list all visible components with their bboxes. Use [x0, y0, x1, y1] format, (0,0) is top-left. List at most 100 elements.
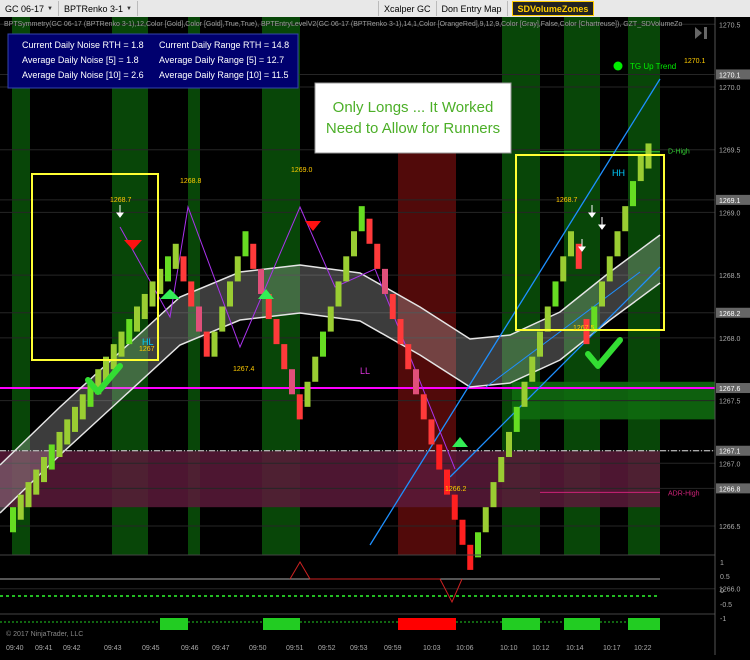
chart-label: 1267 — [139, 346, 155, 353]
xcalper-button[interactable]: Xcalper GC — [379, 1, 437, 16]
renko-brick — [134, 306, 140, 332]
chart-toolbar: GC 06-17 ▼ BPTRenko 3-1 ▼ Xcalper GC Don E… — [0, 0, 750, 18]
session-strip — [628, 618, 660, 630]
x-tick-label: 09:40 — [6, 645, 24, 652]
renko-brick — [335, 281, 342, 307]
renko-brick — [529, 356, 536, 382]
y-tick-label: 1270.1 — [719, 72, 741, 79]
x-tick-label: 10:03 — [423, 645, 441, 652]
renko-brick — [110, 344, 117, 370]
y-tick-label: 1269.0 — [719, 210, 741, 217]
renko-brick — [211, 331, 218, 357]
renko-brick — [513, 406, 520, 432]
adr-zone — [0, 450, 660, 508]
renko-brick — [48, 444, 55, 470]
osc-tick-label: 0.5 — [720, 574, 730, 581]
renko-brick — [64, 419, 71, 445]
renko-brick — [552, 281, 559, 307]
y-tick-label: 1268.0 — [719, 336, 741, 343]
annotation-line-2: Need to Allow for Runners — [326, 120, 500, 137]
renko-brick — [637, 155, 644, 182]
stat-range-5: Average Daily Range [5] = 12.7 — [159, 55, 284, 65]
renko-brick — [126, 319, 133, 345]
renko-brick — [382, 268, 388, 294]
renko-brick — [17, 494, 24, 520]
y-tick-label: 1267.5 — [719, 399, 741, 406]
renko-brick — [203, 331, 210, 357]
don-entry-label: Don Entry Map — [441, 3, 502, 14]
osc-tick-label: -1 — [720, 616, 726, 623]
stat-noise-10: Average Daily Noise [10] = 2.6 — [22, 70, 144, 80]
renko-brick — [188, 281, 195, 307]
chart-label: LL — [360, 366, 370, 376]
renko-brick — [312, 356, 319, 382]
y-tick-label: 1266.5 — [719, 524, 741, 531]
don-entry-button[interactable]: Don Entry Map — [437, 1, 508, 16]
renko-brick — [366, 218, 373, 244]
y-tick-label: 1269.5 — [719, 148, 741, 155]
instrument-label: GC 06-17 — [5, 3, 45, 14]
renko-brick — [482, 507, 489, 533]
adr-high-label: ADR-High — [668, 490, 700, 497]
renko-brick — [149, 281, 156, 307]
renko-brick — [165, 256, 171, 282]
renko-brick — [428, 419, 435, 445]
session-strip — [263, 618, 300, 630]
xcalper-label: Xcalper GC — [383, 3, 431, 14]
y-tick-label: 1270.0 — [719, 85, 741, 92]
sd-volume-button[interactable]: SDVolumeZones — [511, 1, 595, 16]
chart-label: 1267.4 — [233, 366, 255, 373]
renko-brick — [25, 482, 32, 508]
chart-panel[interactable]: D-High ADR-High 1268.7 1268.8 1269.0 1267.4 1… — [0, 17, 750, 655]
renko-brick — [258, 268, 264, 294]
renko-brick — [79, 394, 86, 420]
renko-brick — [405, 344, 412, 370]
renko-brick — [490, 482, 497, 508]
chart-label: 1269.0 — [291, 167, 313, 174]
chart-type-selector[interactable]: BPTRenko 3-1 ▼ — [59, 1, 138, 16]
renko-brick — [227, 281, 233, 307]
renko-brick — [41, 457, 47, 483]
renko-brick — [289, 369, 295, 395]
renko-brick — [118, 331, 125, 357]
y-tick-label: 1268.2 — [719, 311, 741, 318]
renko-brick — [358, 206, 365, 232]
x-tick-label: 09:51 — [286, 645, 304, 652]
x-tick-label: 09:52 — [318, 645, 336, 652]
x-tick-label: 09:41 — [35, 645, 53, 652]
toolbar-spacer — [138, 1, 379, 16]
stat-range-rth: Current Daily Range RTH = 14.8 — [159, 40, 289, 50]
chevron-down-icon: ▼ — [47, 5, 53, 12]
renko-brick — [327, 306, 334, 332]
y-tick-label: 1266.0 — [719, 587, 741, 594]
y-tick-label: 1269.1 — [719, 198, 741, 205]
renko-brick — [568, 231, 574, 257]
renko-brick — [459, 519, 466, 545]
renko-brick — [250, 243, 257, 269]
x-tick-label: 09:59 — [384, 645, 402, 652]
renko-brick — [56, 431, 63, 458]
y-tick-label: 1267.1 — [719, 449, 741, 456]
stat-noise-5: Average Daily Noise [5] = 1.8 — [22, 55, 139, 65]
renko-brick — [296, 394, 303, 420]
renko-brick — [374, 243, 381, 269]
renko-brick — [397, 319, 404, 345]
copyright-text: © 2017 NinjaTrader, LLC — [6, 630, 83, 638]
renko-brick — [537, 331, 543, 357]
y-tick-label: 1270.5 — [719, 22, 741, 29]
x-tick-label: 10:10 — [500, 645, 518, 652]
chart-label: 1267.5 — [573, 325, 595, 332]
chart-label: 1270.1 — [684, 58, 706, 65]
renko-brick — [273, 319, 280, 345]
renko-brick — [10, 507, 16, 533]
tg-label: TG Up Trend — [630, 62, 676, 71]
annotation-box — [314, 82, 512, 154]
y-tick-label: 1266.8 — [719, 486, 741, 493]
instrument-selector[interactable]: GC 06-17 ▼ — [0, 1, 59, 16]
chart-type-label: BPTRenko 3-1 — [63, 3, 124, 14]
renko-brick — [72, 406, 78, 432]
renko-brick — [506, 431, 512, 458]
d-high-label: D-High — [668, 149, 690, 156]
renko-brick — [141, 293, 148, 320]
price-chart[interactable]: D-High ADR-High 1268.7 1268.8 1269.0 1267.4 1… — [0, 17, 750, 655]
